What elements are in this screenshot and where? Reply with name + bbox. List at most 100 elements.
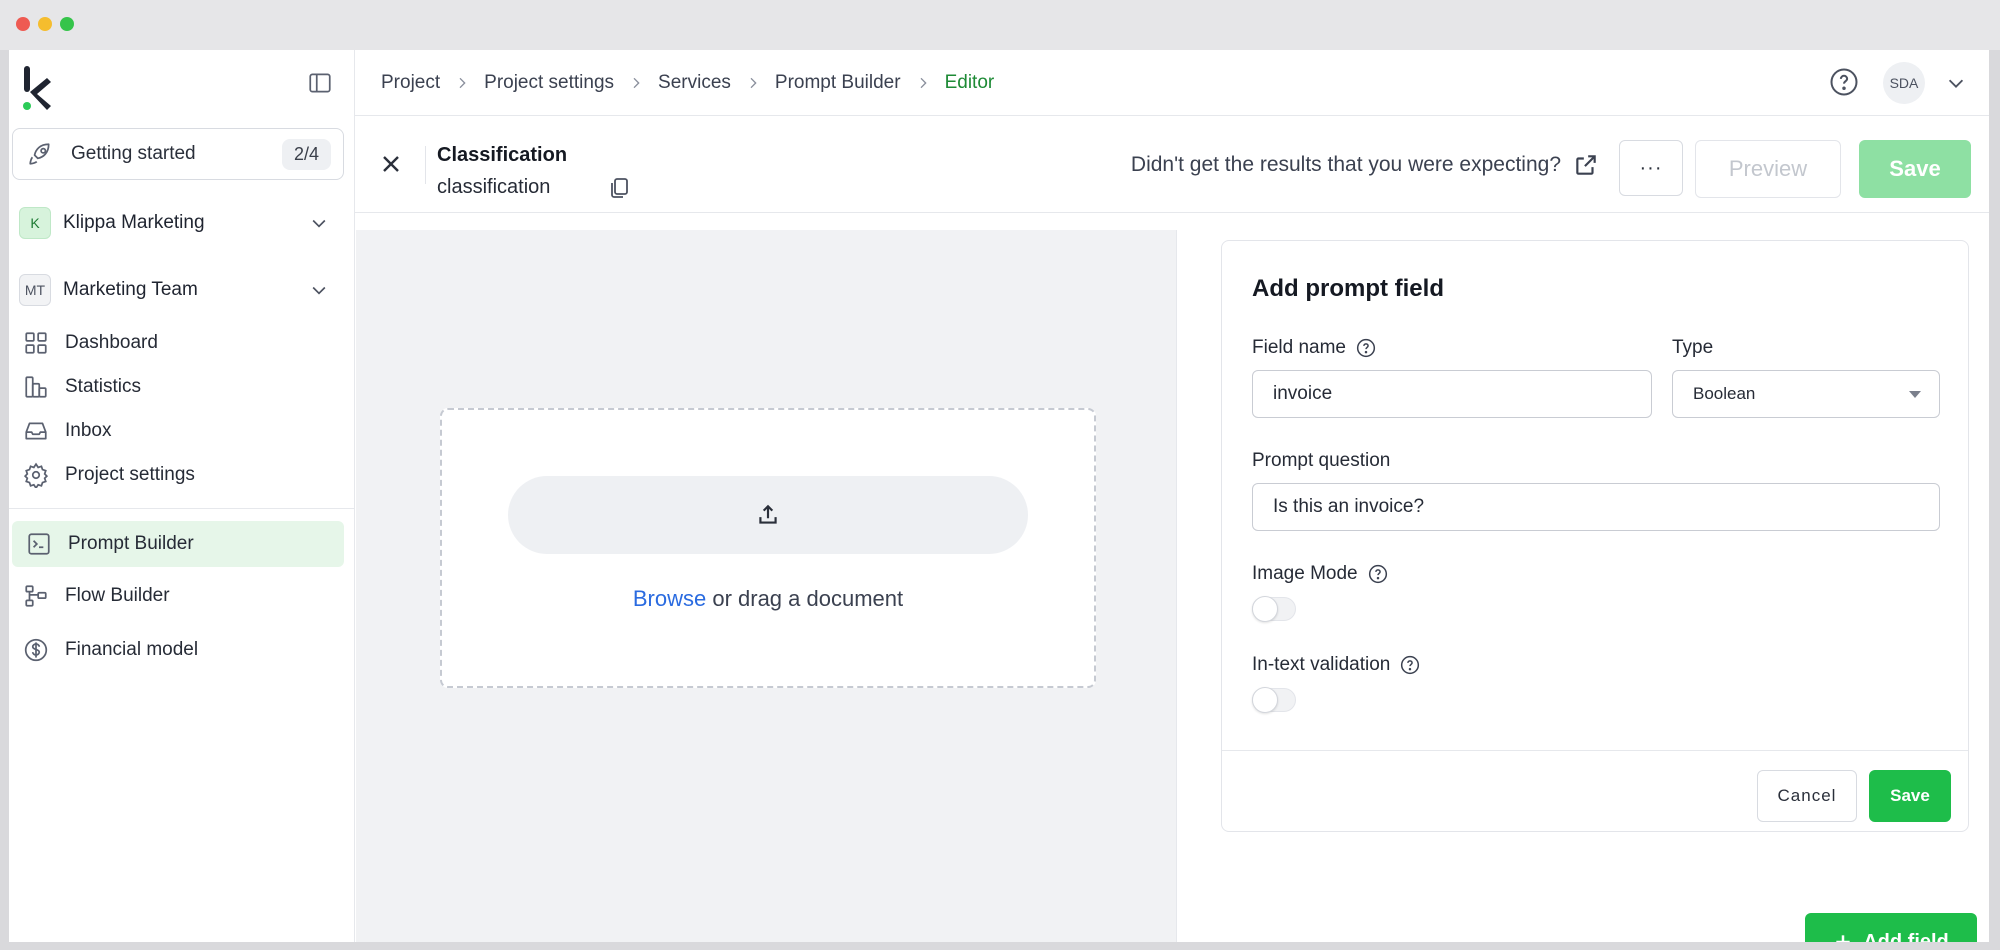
chevron-right-icon [750, 77, 757, 88]
org-selector-klippa[interactable]: K Klippa Marketing [19, 206, 339, 240]
team-label: Marketing Team [63, 279, 198, 300]
breadcrumb-services[interactable]: Services [658, 72, 731, 94]
prompt-question-input[interactable]: Is this an invoice? [1252, 483, 1940, 531]
statistics-icon [25, 376, 47, 398]
dashboard-icon [25, 332, 47, 354]
plus-icon [1836, 935, 1850, 942]
more-options-button[interactable]: ··· [1619, 140, 1683, 196]
klippa-logo-icon[interactable] [17, 62, 57, 112]
help-icon[interactable] [1356, 338, 1376, 358]
sidebar-item-label: Flow Builder [65, 585, 170, 606]
breadcrumb-prompt-builder[interactable]: Prompt Builder [775, 72, 901, 94]
org-label: Klippa Marketing [63, 212, 205, 233]
browse-link[interactable]: Browse [633, 586, 706, 611]
breadcrumb-editor: Editor [944, 71, 995, 93]
sidebar-item-inbox[interactable]: Inbox [21, 410, 349, 452]
page-title: Classification [437, 144, 568, 166]
window-maximize-dot[interactable] [60, 17, 74, 31]
getting-started-button[interactable]: Getting started 2/4 [12, 128, 344, 180]
save-button[interactable]: Save [1859, 140, 1971, 198]
in-text-validation-label: In-text validation [1252, 654, 1420, 676]
document-dropzone[interactable]: Browse or drag a document [440, 408, 1096, 688]
chevron-down-icon [312, 286, 326, 295]
type-select-value: Boolean [1693, 384, 1756, 403]
image-mode-label-text: Image Mode [1252, 563, 1358, 584]
field-name-input[interactable]: invoice [1252, 370, 1652, 418]
in-text-validation-toggle[interactable] [1252, 687, 1296, 713]
sidebar-item-label: Inbox [65, 420, 112, 441]
sidebar-divider [9, 508, 355, 509]
toggle-knob [1252, 596, 1278, 622]
getting-started-count-badge: 2/4 [281, 138, 331, 170]
sidebar-item-label: Statistics [65, 376, 142, 397]
preview-button[interactable]: Preview [1695, 140, 1841, 198]
window-minimize-dot[interactable] [38, 17, 52, 31]
browser-chrome [0, 0, 2000, 50]
copy-icon[interactable] [607, 176, 631, 200]
sidebar-toggle-icon[interactable] [307, 70, 333, 96]
sidebar-item-label: Financial model [65, 639, 199, 660]
form-save-button[interactable]: Save [1869, 770, 1951, 822]
upload-icon [759, 504, 777, 524]
chevron-down-icon [312, 219, 326, 228]
help-icon[interactable] [1400, 655, 1420, 675]
sidebar-item-prompt-builder[interactable]: Prompt Builder [12, 521, 344, 567]
field-name-label-text: Field name [1252, 337, 1346, 358]
gear-icon [23, 462, 49, 488]
dropzone-hint-text: or drag a document [706, 586, 904, 611]
feedback-link[interactable]: Didn't get the results that you were exp… [1131, 152, 1599, 178]
inbox-icon [25, 422, 47, 440]
chevron-right-icon [920, 77, 927, 88]
card-footer-divider [1222, 750, 1968, 751]
top-bar: Project Project settings Services Prompt… [355, 50, 1989, 116]
caret-down-icon [1909, 391, 1921, 398]
page-subtitle: classification [437, 176, 551, 198]
sidebar-item-financial-model[interactable]: Financial model [21, 629, 349, 671]
breadcrumb-project[interactable]: Project [381, 72, 440, 94]
external-link-icon [1576, 155, 1596, 175]
help-icon[interactable] [1368, 564, 1388, 584]
chevron-down-icon[interactable] [1945, 72, 1967, 94]
getting-started-label: Getting started [71, 143, 196, 164]
breadcrumb-project-settings[interactable]: Project settings [484, 72, 614, 94]
window-close-dot[interactable] [16, 17, 30, 31]
type-label: Type [1672, 337, 1714, 358]
terminal-icon [28, 533, 50, 555]
cancel-button[interactable]: Cancel [1757, 770, 1857, 822]
user-avatar[interactable]: SDA [1883, 62, 1925, 104]
sidebar-item-label: Prompt Builder [68, 533, 194, 554]
sidebar: Getting started 2/4 K Klippa Marketing M… [9, 50, 355, 942]
in-text-validation-label-text: In-text validation [1252, 654, 1391, 675]
add-prompt-field-card: Add prompt field Field name invoice Type… [1221, 240, 1969, 832]
chevron-right-icon [633, 77, 640, 88]
sidebar-item-statistics[interactable]: Statistics [21, 366, 349, 408]
add-field-button[interactable]: Add field [1805, 913, 1977, 942]
org-avatar: K [19, 207, 51, 239]
breadcrumb: Project Project settings Services Prompt… [381, 72, 994, 94]
sidebar-item-dashboard[interactable]: Dashboard [21, 322, 349, 364]
close-icon[interactable] [379, 152, 403, 176]
sidebar-item-label: Project settings [65, 464, 195, 485]
rocket-icon [29, 143, 50, 165]
team-avatar: MT [19, 274, 51, 306]
app-window: Getting started 2/4 K Klippa Marketing M… [9, 50, 1989, 942]
chevron-right-icon [459, 77, 466, 88]
team-selector-marketing[interactable]: MT Marketing Team [19, 273, 339, 307]
flow-icon [25, 585, 47, 607]
image-mode-label: Image Mode [1252, 563, 1388, 585]
feedback-text: Didn't get the results that you were exp… [1130, 153, 1561, 176]
card-title: Add prompt field [1252, 275, 1444, 302]
field-name-label: Field name [1252, 337, 1376, 359]
prompt-fields-panel: Add prompt field Field name invoice Type… [1178, 230, 1989, 942]
image-mode-toggle[interactable] [1252, 596, 1296, 622]
prompt-question-label: Prompt question [1252, 450, 1391, 471]
upload-button[interactable] [508, 476, 1028, 554]
type-select[interactable]: Boolean [1672, 370, 1940, 418]
sidebar-item-flow-builder[interactable]: Flow Builder [21, 575, 349, 617]
sidebar-item-label: Dashboard [65, 332, 158, 353]
sidebar-item-project-settings[interactable]: Project settings [21, 454, 349, 496]
toggle-knob [1252, 687, 1278, 713]
dollar-icon [24, 638, 48, 662]
add-field-label: Add field [1863, 930, 1949, 943]
help-icon[interactable] [1829, 67, 1859, 97]
